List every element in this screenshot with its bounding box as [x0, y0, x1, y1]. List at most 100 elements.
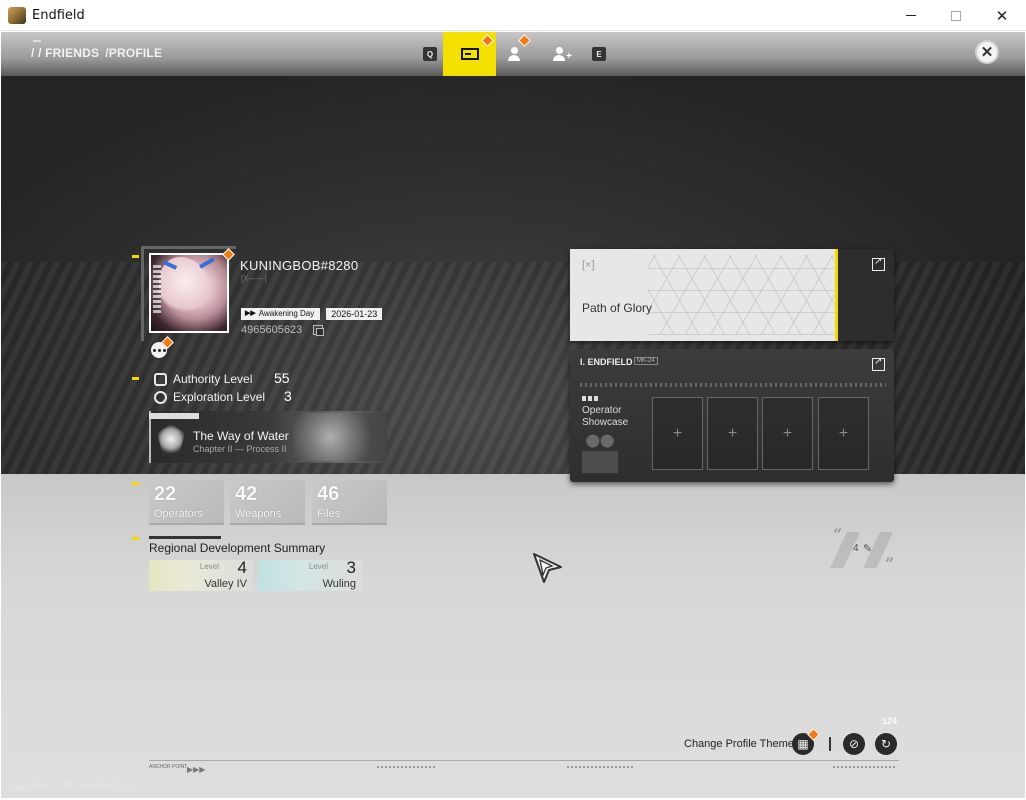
exit-button[interactable]: ✕ [975, 40, 999, 64]
maximize-button[interactable] [933, 0, 979, 31]
endfield-logo-icon: [×] [582, 259, 595, 271]
maximize-icon [951, 10, 961, 21]
expand-icon[interactable] [872, 356, 885, 371]
showcase-slot[interactable]: + [707, 397, 758, 470]
story-subtitle: Chapter II — Process II [193, 444, 287, 454]
uid-value: 4965605623 [241, 324, 303, 336]
authority-level-value: 55 [274, 370, 290, 386]
story-title: The Way of Water [193, 429, 289, 443]
breadcrumb-decoration [33, 40, 41, 42]
hide-ui-button[interactable]: ⊘ [843, 733, 865, 755]
user-tag: [X——] [241, 274, 267, 283]
showcase-brand-tag: MK-24 [634, 357, 658, 365]
showcase-slot[interactable]: + [762, 397, 813, 470]
stat-card-operators[interactable]: 22 Operators [149, 480, 224, 525]
section-marker [132, 377, 139, 380]
showcase-label: Operator Showcase [582, 405, 629, 428]
exploration-icon [154, 390, 167, 404]
game-viewport: / / FRIENDS/PROFILE Q + E ✕ KUNINGBOB#82… [1, 32, 1025, 798]
palette-icon: ▦ [797, 737, 809, 751]
signal-icon [15, 782, 23, 790]
stat-label: Operators [154, 508, 203, 520]
decorative-number: 124 [882, 716, 898, 726]
path-of-glory-card[interactable]: [×] Path of Glory [570, 249, 894, 341]
region-level-label: Level [199, 562, 219, 571]
awakening-label: ▶▶ Awakening Day [241, 308, 321, 320]
exploration-level-value: 3 [284, 388, 292, 404]
section-marker [132, 482, 139, 485]
tab-key-hint-e[interactable]: E [589, 32, 609, 76]
expand-icon[interactable] [872, 256, 885, 271]
tab-profile-card[interactable] [443, 32, 496, 76]
glory-title: Path of Glory [582, 301, 653, 315]
q-key-hint: Q [423, 47, 437, 61]
exploration-level-label: Exploration Level [173, 390, 266, 404]
decorative-rule [567, 766, 633, 768]
anchor-arrows-icon: ▶▶▶ [187, 765, 206, 774]
region-title: Regional Development Summary [149, 541, 326, 555]
uid-footer: UID: 4965605623 [59, 781, 130, 791]
play-arrows-icon: ▶▶ [245, 310, 256, 317]
close-quote-mark: ” [885, 554, 895, 573]
add-icon: + [727, 424, 738, 442]
app-icon [8, 7, 26, 24]
tab-add-friend[interactable]: + [546, 32, 572, 76]
authority-icon [154, 372, 167, 386]
change-theme-label[interactable]: Change Profile Theme [684, 738, 794, 750]
edit-icon[interactable]: ✎ [863, 542, 872, 555]
copy-icon[interactable] [313, 325, 324, 336]
region-name: Wuling [322, 578, 356, 590]
minimize-icon [906, 15, 916, 16]
awakening-date: 2026-01-23 [326, 308, 383, 320]
breadcrumb-profile: /PROFILE [105, 46, 163, 60]
e-key-hint: E [592, 47, 606, 61]
showcase-brand: I. ENDFIELD [580, 357, 633, 367]
breadcrumb-friends[interactable]: / / FRIENDS [31, 46, 99, 60]
section-marker [132, 255, 139, 258]
region-card-wuling[interactable]: Level 3 Wuling [258, 558, 362, 591]
glory-panel: [×] Path of Glory [570, 249, 838, 341]
minimize-button[interactable] [888, 0, 934, 31]
bottom-divider [149, 760, 899, 761]
stat-card-files[interactable]: 46 Files [312, 480, 387, 525]
region-level-label: Level [308, 562, 328, 571]
region-level: 3 [346, 558, 356, 577]
profile-card-icon [460, 48, 479, 60]
stat-label: Files [317, 508, 341, 520]
decorative-rule [833, 766, 897, 768]
region-level: 4 [237, 558, 247, 577]
username: KUNINGBOB#8280 [240, 258, 359, 273]
decorative-stripe [580, 383, 886, 387]
friends-icon [507, 47, 521, 61]
tab-friends[interactable] [501, 32, 531, 76]
refresh-button[interactable]: ↻ [875, 733, 897, 755]
authority-level-label: Authority Level [173, 372, 253, 386]
stat-label: Weapons [235, 508, 282, 520]
region-card-valley[interactable]: Level 4 Valley IV [149, 558, 253, 591]
add-friend-icon: + [552, 47, 572, 62]
eye-slash-icon: ⊘ [848, 737, 860, 751]
stat-card-weapons[interactable]: 42 Weapons [230, 480, 305, 525]
operator-silhouette-icon [582, 433, 618, 473]
window-title: Endfield [32, 8, 85, 23]
avatar[interactable] [149, 253, 229, 333]
window-close-button[interactable]: ✕ [979, 0, 1025, 31]
network-ping: 22ms [15, 781, 48, 791]
add-icon: + [672, 424, 683, 442]
stat-value: 42 [235, 483, 258, 505]
open-quote-mark: “ [833, 525, 843, 544]
awakening-day-row: ▶▶ Awakening Day 2026-01-23 [241, 308, 383, 320]
close-icon: ✕ [980, 44, 994, 61]
showcase-slot[interactable]: + [652, 397, 703, 470]
notification-badge [481, 34, 494, 47]
region-title-bar [149, 536, 221, 539]
operator-showcase-card[interactable]: I. ENDFIELD MK-24 Operator Showcase + + … [570, 349, 894, 482]
add-icon: + [782, 424, 793, 442]
story-tag [149, 413, 199, 419]
tab-key-hint-q[interactable]: Q [420, 32, 440, 76]
authority-level-row: Authority Level [154, 372, 252, 386]
section-marker [132, 537, 139, 540]
story-artwork [293, 413, 385, 461]
breadcrumb: / / FRIENDS/PROFILE [31, 46, 168, 60]
showcase-slot[interactable]: + [818, 397, 869, 470]
